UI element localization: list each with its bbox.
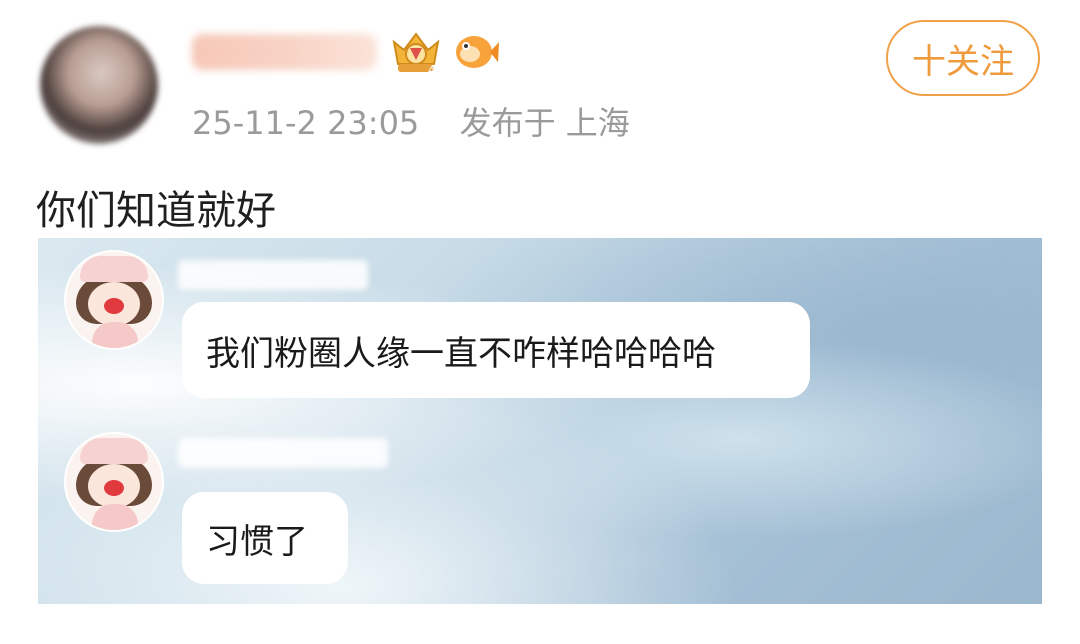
weibo-post: 4 25-11-2 23:05 发布于 上海 十关注 你们知道就好 我们粉圈人缘… [0,0,1080,644]
post-location: 发布于 上海 [459,104,630,142]
post-text: 你们知道就好 [36,188,276,234]
chat-avatar [66,252,162,348]
chat-bubble: 习惯了 [182,492,348,584]
chat-name-blurred [178,438,388,468]
chat-avatar [66,434,162,530]
fish-badge-icon[interactable] [452,30,500,74]
post-timestamp: 25-11-2 23:05 [192,104,420,142]
post-meta: 25-11-2 23:05 发布于 上海 [192,98,630,144]
chat-name-blurred [178,260,368,290]
chat-message-text: 我们粉圈人缘一直不咋样哈哈哈哈 [206,333,716,374]
follow-button[interactable]: 十关注 [886,20,1040,96]
chat-bubble: 我们粉圈人缘一直不咋样哈哈哈哈 [182,302,810,398]
crown-level-badge-icon[interactable]: 4 [388,28,444,76]
username-blurred[interactable] [192,34,377,70]
svg-text:4: 4 [428,63,436,76]
user-avatar[interactable] [40,26,158,144]
post-image[interactable]: 我们粉圈人缘一直不咋样哈哈哈哈 习惯了 [38,238,1042,604]
chat-message-text: 习惯了 [206,521,308,562]
